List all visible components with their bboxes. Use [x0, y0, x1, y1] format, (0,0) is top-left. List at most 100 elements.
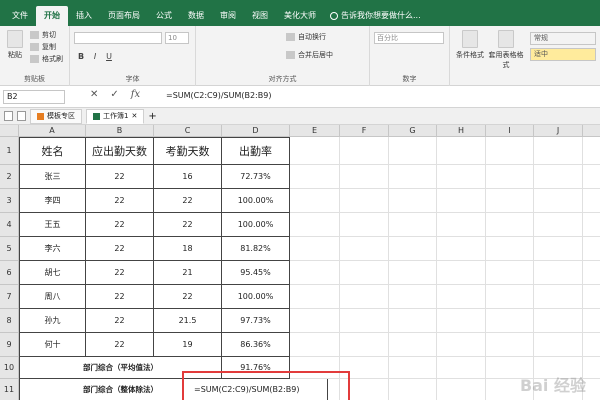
column-header-j[interactable]: J — [534, 125, 583, 137]
cell[interactable] — [290, 309, 340, 333]
cell[interactable] — [583, 309, 600, 333]
cell[interactable] — [389, 237, 437, 261]
row-header-3[interactable]: 3 — [0, 189, 19, 213]
table-header-cell[interactable]: 出勤率 — [222, 137, 290, 165]
number-format-combo[interactable]: 百分比 — [374, 32, 444, 44]
formula-input[interactable]: =SUM(C2:C9)/SUM(B2:B9) — [166, 90, 271, 102]
row-header-2[interactable]: 2 — [0, 165, 19, 189]
row-header-5[interactable]: 5 — [0, 237, 19, 261]
cell[interactable] — [583, 285, 600, 309]
table-cell[interactable]: 72.73% — [222, 165, 290, 189]
table-header-cell[interactable]: 应出勤天数 — [86, 137, 154, 165]
table-cell[interactable]: 22 — [154, 213, 222, 237]
table-cell[interactable]: 张三 — [19, 165, 86, 189]
close-icon[interactable]: ✕ — [131, 109, 137, 123]
cell[interactable] — [437, 237, 486, 261]
cell[interactable] — [583, 189, 600, 213]
column-header-d[interactable]: D — [222, 125, 290, 137]
column-header-i[interactable]: I — [486, 125, 534, 137]
cell[interactable] — [486, 285, 534, 309]
cell[interactable] — [437, 165, 486, 189]
table-cell[interactable]: 周八 — [19, 285, 86, 309]
table-header-cell[interactable]: 考勤天数 — [154, 137, 222, 165]
merge-center-button[interactable]: 合并后居中 — [286, 50, 333, 60]
table-cell[interactable]: 100.00% — [222, 285, 290, 309]
font-size-combo[interactable]: 10 — [165, 32, 189, 44]
table-cell[interactable]: 100.00% — [222, 213, 290, 237]
cell[interactable] — [389, 165, 437, 189]
copy-button[interactable]: 复制 — [30, 42, 56, 52]
bold-button[interactable]: B — [76, 52, 86, 61]
cell[interactable] — [583, 165, 600, 189]
style-neutral[interactable]: 适中 — [530, 48, 596, 61]
cell[interactable] — [534, 237, 583, 261]
table-cell[interactable]: 16 — [154, 165, 222, 189]
row-header-8[interactable]: 8 — [0, 309, 19, 333]
table-cell[interactable]: 100.00% — [222, 189, 290, 213]
cut-button[interactable]: 剪切 — [30, 30, 56, 40]
row-header-9[interactable]: 9 — [0, 333, 19, 357]
cell[interactable] — [486, 261, 534, 285]
cell[interactable] — [583, 213, 600, 237]
cell[interactable] — [437, 137, 486, 165]
cell[interactable] — [290, 237, 340, 261]
cell[interactable] — [534, 309, 583, 333]
tell-me-box[interactable]: 告诉我你想要做什么... — [330, 6, 421, 26]
cell[interactable] — [290, 189, 340, 213]
cell[interactable] — [389, 189, 437, 213]
cell[interactable] — [583, 261, 600, 285]
function-icon[interactable]: fx — [131, 89, 140, 100]
cell[interactable] — [340, 285, 389, 309]
cancel-icon[interactable]: ✕ — [90, 89, 98, 100]
confirm-icon[interactable]: ✓ — [110, 89, 118, 100]
cell[interactable] — [583, 137, 600, 165]
column-header-c[interactable]: C — [154, 125, 222, 137]
cell[interactable] — [290, 213, 340, 237]
row-header-6[interactable]: 6 — [0, 261, 19, 285]
cell[interactable] — [437, 357, 486, 379]
spreadsheet-grid[interactable]: ABCDEFGHIJK123456789101112姓名应出勤天数考勤天数出勤率… — [0, 125, 600, 400]
table-cell[interactable]: 19 — [154, 333, 222, 357]
cell[interactable] — [437, 379, 486, 400]
cell[interactable] — [290, 333, 340, 357]
table-cell[interactable]: 22 — [154, 285, 222, 309]
cell[interactable] — [389, 213, 437, 237]
table-cell[interactable]: 21.5 — [154, 309, 222, 333]
column-header-a[interactable]: A — [19, 125, 86, 137]
row-header-1[interactable]: 1 — [0, 137, 19, 165]
workbook-tab-book1[interactable]: 工作簿1 ✕ — [86, 108, 145, 124]
table-cell[interactable]: 何十 — [19, 333, 86, 357]
conditional-format-button[interactable]: 条件格式 — [456, 30, 484, 60]
cell[interactable] — [534, 213, 583, 237]
cell[interactable] — [290, 261, 340, 285]
table-cell[interactable]: 胡七 — [19, 261, 86, 285]
row-header-10[interactable]: 10 — [0, 357, 19, 379]
column-header-k[interactable]: K — [583, 125, 600, 137]
select-all-corner[interactable] — [0, 125, 19, 137]
cell[interactable] — [340, 333, 389, 357]
cell[interactable] — [340, 309, 389, 333]
cell[interactable] — [486, 137, 534, 165]
cell[interactable] — [389, 285, 437, 309]
table-cell[interactable]: 18 — [154, 237, 222, 261]
cell[interactable] — [437, 261, 486, 285]
cell[interactable] — [437, 285, 486, 309]
cell[interactable] — [486, 189, 534, 213]
table-cell[interactable]: 22 — [86, 213, 154, 237]
table-header-cell[interactable]: 姓名 — [19, 137, 86, 165]
table-cell[interactable]: 95.45% — [222, 261, 290, 285]
cell[interactable] — [290, 165, 340, 189]
cell[interactable] — [340, 189, 389, 213]
cell[interactable] — [340, 137, 389, 165]
paste-button[interactable]: 粘贴 — [4, 30, 26, 60]
open-folder-icon[interactable] — [17, 111, 26, 121]
table-cell[interactable]: 22 — [86, 285, 154, 309]
cell[interactable] — [486, 309, 534, 333]
cell[interactable] — [340, 165, 389, 189]
cell[interactable] — [340, 237, 389, 261]
column-header-b[interactable]: B — [86, 125, 154, 137]
table-cell[interactable]: 21 — [154, 261, 222, 285]
italic-button[interactable]: I — [90, 52, 100, 61]
table-cell[interactable]: 86.36% — [222, 333, 290, 357]
cell[interactable] — [389, 309, 437, 333]
